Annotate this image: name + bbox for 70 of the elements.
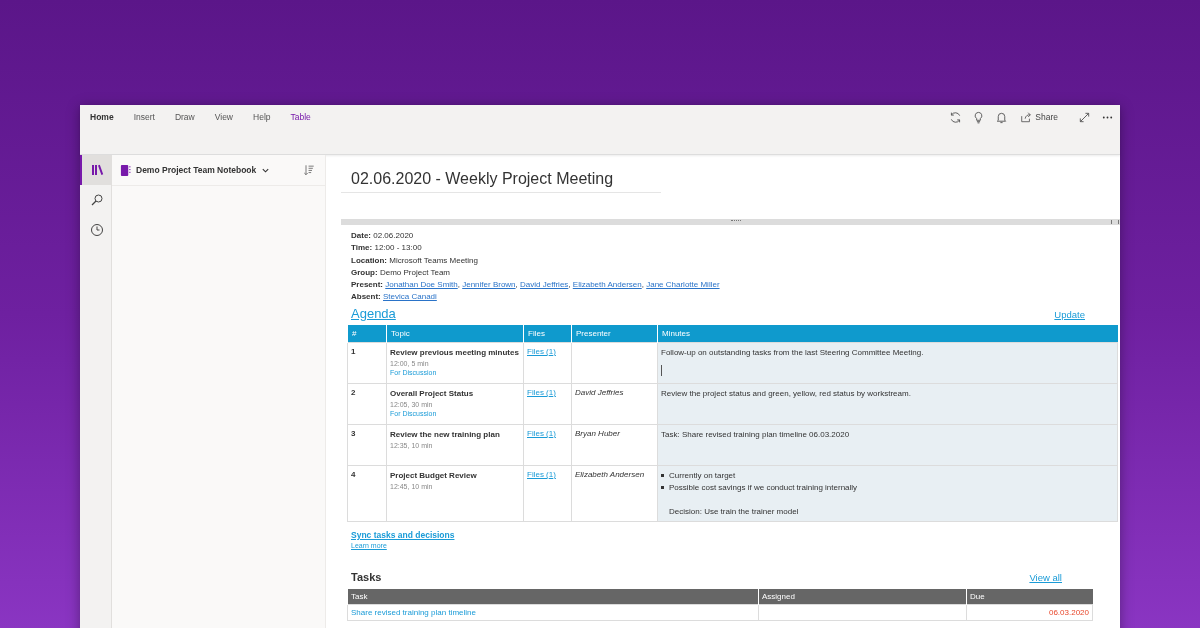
ribbon-tab[interactable]: Home — [83, 110, 121, 124]
update-link[interactable]: Update — [1054, 308, 1085, 320]
minutes-text: Currently on target — [669, 469, 736, 482]
minutes-text: Possible cost savings if we conduct training internally — [669, 481, 858, 494]
ribbon-tab[interactable]: Table — [283, 110, 318, 124]
agenda-heading-link[interactable]: Agenda — [351, 305, 396, 321]
notebooks-button[interactable] — [80, 155, 111, 185]
person-link[interactable]: Jennifer Brown — [462, 280, 516, 290]
minutes-text: Review the project status and green, yellow, red status by workstream. — [661, 388, 911, 398]
column-header: Presenter — [571, 324, 658, 343]
notebook-icon — [120, 163, 131, 177]
text-cursor — [661, 364, 662, 376]
meeting-info-line: Date: 02.06.2020 — [351, 230, 415, 242]
column-header: # — [347, 324, 387, 343]
column-header: Topic — [386, 324, 524, 343]
presenter-name: Elizabeth Andersen — [575, 469, 645, 479]
person-link[interactable]: Stevica Canadi — [383, 292, 437, 302]
topic-title: Review the new training plan — [390, 428, 501, 441]
files-link[interactable]: Files (1) — [527, 428, 556, 438]
bullet-icon — [661, 486, 664, 490]
table-cell: 1 — [347, 342, 387, 384]
column-header: Minutes — [657, 324, 1118, 343]
topic-title: Review previous meeting minutes — [390, 346, 520, 359]
tasks-heading: Tasks — [351, 570, 382, 583]
meeting-info-line: Group: Demo Project Team — [351, 266, 451, 279]
view-all-link[interactable]: View all — [1029, 571, 1062, 583]
bullet-icon — [661, 474, 664, 478]
column-header: Due — [966, 588, 1093, 605]
person-link[interactable]: Elizabeth Andersen — [572, 280, 642, 290]
notebook-selector[interactable]: Demo Project Team Notebook — [118, 161, 273, 179]
minutes-text: Decision: Use train the trainer model — [669, 506, 799, 516]
presenter-name: David Jeffries — [575, 387, 624, 397]
topic-title: Overall Project Status — [390, 387, 475, 400]
column-header: Assigned — [758, 588, 967, 605]
ribbon-tab[interactable]: Insert — [126, 110, 162, 124]
sync-link[interactable]: Sync tasks and decisions — [351, 529, 455, 540]
ribbon-tab[interactable]: Draw — [167, 110, 202, 124]
library-icon — [89, 163, 104, 177]
meeting-info-line: Location: Microsoft Teams Meeting — [351, 254, 479, 267]
topic-title: Project Budget Review — [390, 469, 478, 482]
clock-icon — [89, 223, 104, 237]
share-icon — [1020, 111, 1033, 123]
table-cell: 3 — [347, 424, 387, 466]
expand-icon[interactable] — [1078, 110, 1091, 124]
column-header: Task — [347, 588, 759, 605]
minutes-text: Follow-up on outstanding tasks from the last Steering Committee Meeting. — [661, 347, 924, 357]
files-link[interactable]: Files (1) — [527, 346, 556, 356]
files-link[interactable]: Files (1) — [527, 469, 556, 479]
minutes-text: Task: Share revised training plan timeline 06.03.2020 — [661, 429, 850, 439]
table-cell: 4 — [347, 465, 387, 522]
column-header: Files — [523, 324, 572, 343]
person-link[interactable]: Jonathan Doe Smith — [385, 280, 458, 290]
search-icon — [89, 193, 104, 207]
files-link[interactable]: Files (1) — [527, 387, 556, 397]
meeting-info-line: Time: 12:00 - 13:00 — [351, 242, 423, 255]
page-title[interactable]: 02.06.2020 - Weekly Project Meeting — [341, 165, 661, 193]
due-date: 06.03.2020 — [1048, 607, 1089, 617]
presenter-name: Bryan Huber — [575, 428, 620, 438]
ribbon-tab[interactable]: View — [207, 110, 240, 124]
bell-icon[interactable] — [995, 110, 1009, 124]
sort-icon[interactable] — [303, 164, 315, 176]
sync-icon[interactable] — [949, 110, 963, 124]
table-cell: 2 — [347, 383, 387, 425]
meeting-info-line: Present: Jonathan Doe Smith, Jennifer Brown, David Jeffries, Elizabeth Andersen, Jane Charlotte Miller — [351, 279, 721, 292]
task-link[interactable]: Share revised training plan timeline — [351, 607, 476, 617]
share-button[interactable]: Share — [1018, 110, 1060, 124]
person-link[interactable]: Jane Charlotte Miller — [646, 280, 720, 290]
container-handle-bar[interactable] — [341, 219, 1120, 225]
meeting-info-line: Absent: Stevica Canadi — [351, 291, 438, 304]
ribbon-tab[interactable]: Help — [246, 110, 278, 124]
